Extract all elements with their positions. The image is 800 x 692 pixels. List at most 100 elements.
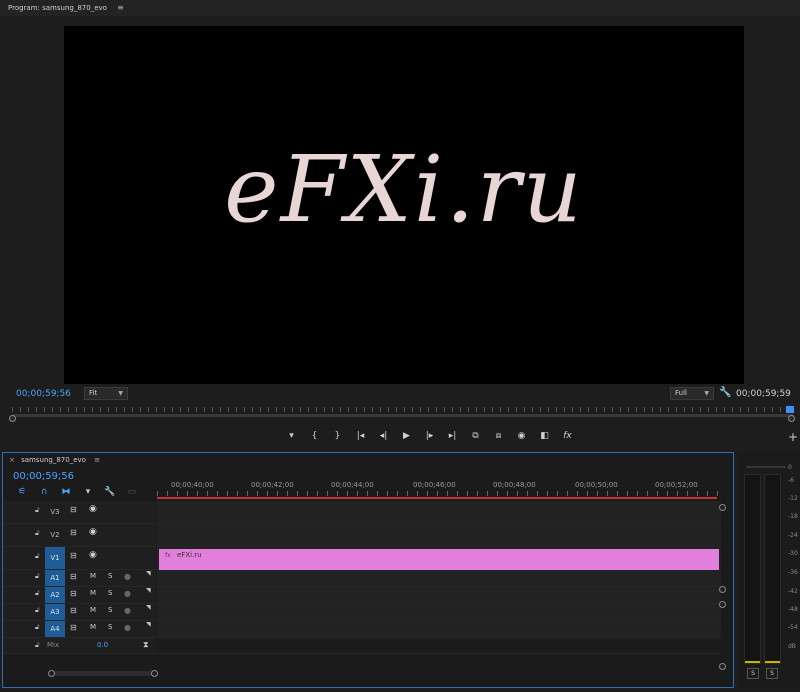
solo-button[interactable]: S xyxy=(108,589,112,597)
solo-button[interactable]: S xyxy=(108,623,112,631)
go-to-in-icon[interactable]: |◂ xyxy=(349,428,372,444)
zoom-handle-right[interactable] xyxy=(788,415,795,422)
track-header-a2[interactable]: 🔓︎ A2 ⊟ M S ● ◥ xyxy=(3,587,156,604)
video-clip[interactable]: fx eFXi.ru xyxy=(159,549,719,570)
track-lane-mix[interactable] xyxy=(157,638,721,654)
track-lane-v3[interactable] xyxy=(157,501,721,524)
wrench-icon[interactable]: 🔧 xyxy=(719,387,731,398)
zoom-handle-left[interactable] xyxy=(9,415,16,422)
lock-icon[interactable]: 🔓︎ xyxy=(35,589,40,598)
track-label[interactable]: V1 xyxy=(45,547,65,569)
button-editor-add-button[interactable]: + xyxy=(788,430,798,444)
playback-resolution-select[interactable]: Full ▼ xyxy=(670,387,714,400)
solo-right-button[interactable]: S xyxy=(766,668,778,679)
tracks-area[interactable]: fx eFXi.ru xyxy=(157,501,721,654)
vertical-scroll-handle[interactable] xyxy=(719,504,726,511)
solo-left-button[interactable]: S xyxy=(747,668,759,679)
lock-icon[interactable]: 🔓︎ xyxy=(35,506,40,515)
sync-lock-icon[interactable]: ⊟ xyxy=(70,551,77,560)
track-lane-a3[interactable] xyxy=(157,604,721,621)
lock-icon[interactable]: 🔓︎ xyxy=(35,623,40,632)
scroll-handle-left[interactable] xyxy=(48,670,55,677)
track-lane-a4[interactable] xyxy=(157,621,721,638)
vertical-scroll-handle[interactable] xyxy=(719,586,726,593)
step-forward-icon[interactable]: |▸ xyxy=(418,428,441,444)
playhead-timecode[interactable]: 00;00;59;56 xyxy=(16,389,71,399)
sync-lock-icon[interactable]: ⊟ xyxy=(70,528,77,537)
mark-out-icon[interactable]: } xyxy=(326,428,349,444)
lock-icon[interactable]: 🔓︎ xyxy=(35,529,40,538)
time-ruler[interactable]: 00;00;40;00 00;00;42;00 00;00;44;00 00;0… xyxy=(157,475,721,499)
close-icon[interactable]: × xyxy=(9,456,15,464)
track-header-a1[interactable]: 🔓︎ A1 ⊟ M S ● ◥ xyxy=(3,570,156,587)
go-to-out-icon[interactable]: ▸| xyxy=(441,428,464,444)
program-monitor-title[interactable]: Program: samsung_870_evo xyxy=(8,4,107,12)
eye-icon[interactable]: ◉ xyxy=(89,550,97,560)
go-to-end-icon[interactable]: ⧗ xyxy=(143,640,149,650)
add-marker-icon[interactable]: ▾ xyxy=(77,487,99,497)
microphone-icon[interactable]: ● xyxy=(124,623,131,632)
zoom-level-select[interactable]: Fit ▼ xyxy=(84,387,128,400)
track-label[interactable]: A1 xyxy=(45,570,65,586)
mute-button[interactable]: M xyxy=(90,572,96,580)
sync-lock-icon[interactable]: ⊟ xyxy=(70,606,77,615)
scrub-zoom-bar[interactable] xyxy=(12,414,794,417)
fx-icon[interactable]: fx xyxy=(556,428,579,444)
track-header-v1[interactable]: 🔓︎ V1 ⊟ ◉ xyxy=(3,547,156,570)
export-frame-icon[interactable]: ◉ xyxy=(510,428,533,444)
linked-selection-icon[interactable]: ⧓ xyxy=(55,487,77,497)
mix-volume-value[interactable]: 0.0 xyxy=(97,641,108,649)
program-video-viewer[interactable]: eFXi.ru xyxy=(64,26,744,384)
track-lane-a1[interactable] xyxy=(157,570,721,587)
sync-lock-icon[interactable]: ⊟ xyxy=(70,623,77,632)
horizontal-scrollbar[interactable] xyxy=(48,670,158,677)
track-header-a3[interactable]: 🔓︎ A3 ⊟ M S ● ◥ xyxy=(3,604,156,621)
track-label[interactable]: A3 xyxy=(45,604,65,620)
wrench-icon[interactable]: 🔧 xyxy=(99,487,121,497)
comparison-view-icon[interactable]: ◧ xyxy=(533,428,556,444)
program-scrub-bar[interactable] xyxy=(12,406,794,417)
hamburger-icon[interactable]: ≡ xyxy=(94,456,100,464)
lock-icon[interactable]: 🔓︎ xyxy=(35,552,40,561)
track-lane-v1[interactable]: fx eFXi.ru xyxy=(157,547,721,570)
track-header-v2[interactable]: 🔓︎ V2 ⊟ ◉ xyxy=(3,524,156,547)
mute-button[interactable]: M xyxy=(90,589,96,597)
track-label[interactable]: A4 xyxy=(45,621,65,637)
sync-lock-icon[interactable]: ⊟ xyxy=(70,572,77,581)
track-header-v3[interactable]: 🔓︎ V3 ⊟ ◉ xyxy=(3,501,156,524)
track-header-mix[interactable]: 🔓︎ Mix 0.0 ⧗ xyxy=(3,638,156,654)
solo-button[interactable]: S xyxy=(108,572,112,580)
hamburger-icon[interactable]: ≡ xyxy=(117,3,124,12)
eye-icon[interactable]: ◉ xyxy=(89,504,97,514)
play-icon[interactable]: ▶ xyxy=(395,428,418,444)
lock-icon[interactable]: 🔓︎ xyxy=(35,572,40,581)
mute-button[interactable]: M xyxy=(90,606,96,614)
timeline-tab[interactable]: × samsung_870_evo ≡ xyxy=(9,456,100,464)
step-back-icon[interactable]: ◂| xyxy=(372,428,395,444)
track-lane-v2[interactable] xyxy=(157,524,721,547)
timeline-timecode[interactable]: 00;00;59;56 xyxy=(13,471,74,482)
playhead-marker[interactable] xyxy=(786,406,794,413)
track-label[interactable]: V2 xyxy=(45,524,65,546)
mark-in-icon[interactable]: { xyxy=(303,428,326,444)
track-label[interactable]: A2 xyxy=(45,587,65,603)
nest-icon[interactable]: ⚟ xyxy=(11,487,33,497)
marker-icon[interactable]: ▾ xyxy=(280,428,303,444)
captions-icon[interactable]: ▭ xyxy=(121,487,143,497)
lock-icon[interactable]: 🔓︎ xyxy=(35,606,40,615)
scroll-handle-right[interactable] xyxy=(151,670,158,677)
track-header-a4[interactable]: 🔓︎ A4 ⊟ M S ● ◥ xyxy=(3,621,156,638)
overwrite-icon[interactable]: ⧈ xyxy=(487,428,510,444)
eye-icon[interactable]: ◉ xyxy=(89,527,97,537)
microphone-icon[interactable]: ● xyxy=(124,572,131,581)
sync-lock-icon[interactable]: ⊟ xyxy=(70,589,77,598)
vertical-scroll-handle[interactable] xyxy=(719,601,726,608)
track-lane-a2[interactable] xyxy=(157,587,721,604)
vertical-scroll-handle[interactable] xyxy=(719,663,726,670)
microphone-icon[interactable]: ● xyxy=(124,589,131,598)
solo-button[interactable]: S xyxy=(108,606,112,614)
snap-icon[interactable]: ∩ xyxy=(33,487,55,497)
insert-icon[interactable]: ⧉ xyxy=(464,428,487,444)
mute-button[interactable]: M xyxy=(90,623,96,631)
lock-icon[interactable]: 🔓︎ xyxy=(35,641,40,650)
